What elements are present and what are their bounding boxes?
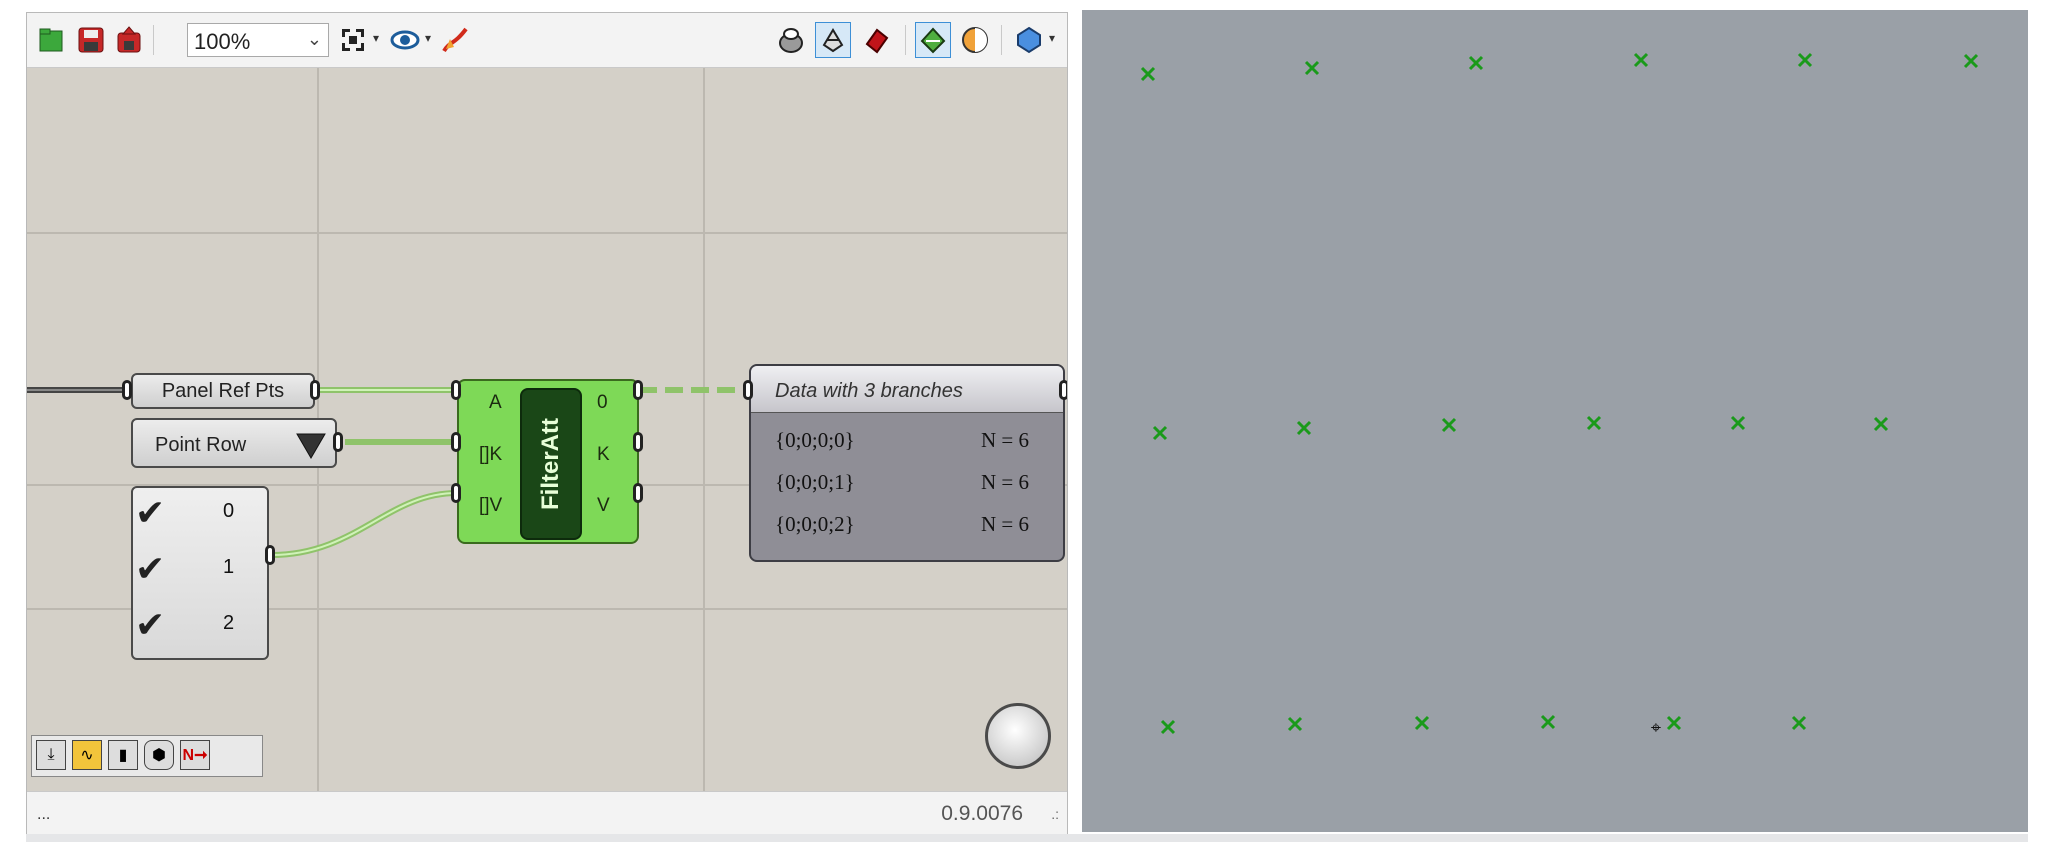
grasshopper-canvas[interactable]: Panel Ref Pts Point Row ✔ 0 ✔ 1 ✔ 2 A []… (27, 68, 1067, 791)
crosshair-cursor-icon: ⌖ (1650, 717, 1662, 738)
display-mode-icon[interactable] (1011, 22, 1047, 58)
input-a-label: A (489, 392, 502, 413)
dropdown-triangle-icon[interactable] (293, 430, 329, 460)
zoom-select[interactable]: 100% ⌄ (187, 23, 329, 57)
point-marker-icon[interactable] (1140, 66, 1156, 82)
branch-path: {0;0;0;2} (775, 512, 855, 536)
point-marker-icon[interactable] (1963, 53, 1979, 69)
output-0-label: 0 (597, 392, 608, 413)
sketch-icon[interactable] (437, 22, 473, 58)
branch-count: N = 6 (980, 512, 1029, 536)
point-marker-icon[interactable] (1791, 715, 1807, 731)
point-marker-icon[interactable] (1468, 55, 1484, 71)
output-grip[interactable] (1059, 380, 1067, 400)
component-name-bar: FilterAtt (520, 388, 582, 540)
input-grip[interactable] (451, 380, 461, 400)
north-arrow-icon[interactable]: N➞ (180, 740, 210, 770)
checkmark-icon: ✔ (135, 492, 166, 533)
output-grip[interactable] (633, 380, 643, 400)
toolbar: 100% ⌄ ▾ ▾ ▾ (27, 13, 1067, 68)
rhino-viewport[interactable]: ⌖ (1082, 10, 2028, 832)
resize-grip-icon[interactable]: .: (1051, 806, 1059, 822)
selected-preview-icon[interactable] (915, 22, 951, 58)
branch-count: N = 6 (980, 470, 1029, 494)
param-label: Panel Ref Pts (161, 379, 285, 402)
input-grip[interactable] (451, 483, 461, 503)
output-grip[interactable] (633, 432, 643, 452)
point-marker-icon[interactable] (1304, 60, 1320, 76)
point-marker-icon[interactable] (1730, 415, 1746, 431)
output-grip[interactable] (310, 380, 320, 400)
output-grip[interactable] (633, 483, 643, 503)
point-marker-icon[interactable] (1666, 715, 1682, 731)
output-grip[interactable] (265, 545, 275, 565)
input-grip[interactable] (743, 380, 753, 400)
solid-preview-icon[interactable] (859, 22, 895, 58)
panel-header: Data with 3 branches (751, 366, 1063, 413)
boolean-checklist[interactable]: ✔ 0 ✔ 1 ✔ 2 (131, 486, 269, 660)
checklist-item[interactable]: ✔ 0 (133, 488, 267, 538)
window-bottom-edge (26, 834, 2028, 842)
point-marker-icon[interactable] (1873, 416, 1889, 432)
point-row-value-list[interactable]: Point Row (131, 418, 337, 468)
checkmark-icon: ✔ (135, 604, 166, 645)
point-marker-icon[interactable] (1633, 52, 1649, 68)
save-icon[interactable] (73, 22, 109, 58)
grasshopper-window: 100% ⌄ ▾ ▾ ▾ Panel Ref Pts Point Row ✔ 0… (26, 12, 1068, 834)
point-marker-icon[interactable] (1160, 719, 1176, 735)
point-marker-icon[interactable] (1797, 52, 1813, 68)
points-layer (1140, 52, 1979, 735)
input-grip[interactable] (451, 432, 461, 452)
panel-ref-pts-param[interactable]: Panel Ref Pts (131, 373, 315, 409)
wireframe-preview-icon[interactable] (773, 22, 809, 58)
branch-path: {0;0;0;1} (775, 470, 855, 494)
version-label: 0.9.0076 (941, 802, 1023, 825)
chevron-down-icon: ⌄ (306, 29, 322, 49)
filteratt-component[interactable]: A []K []V FilterAtt 0 K V (457, 379, 639, 544)
checklist-item[interactable]: ✔ 2 (133, 600, 267, 650)
chevron-down-icon[interactable]: ▾ (373, 31, 379, 45)
status-text: ... (37, 806, 51, 823)
point-marker-icon[interactable] (1152, 425, 1168, 441)
point-marker-icon[interactable] (1441, 417, 1457, 433)
branch-path: {0;0;0;0} (775, 428, 855, 452)
checkmark-icon: ✔ (135, 548, 166, 589)
shaded-preview-icon[interactable] (815, 22, 851, 58)
point-marker-icon[interactable] (1414, 715, 1430, 731)
output-v-label: V (597, 495, 610, 516)
branch-count: N = 6 (980, 428, 1029, 452)
navigation-compass-icon[interactable] (985, 703, 1051, 769)
open-file-icon[interactable] (33, 22, 69, 58)
profiler-icon[interactable]: ∿ (72, 740, 102, 770)
status-bar: ... 0.9.0076 .: (27, 791, 1067, 834)
chevron-down-icon[interactable]: ▾ (425, 31, 431, 45)
chevron-down-icon[interactable]: ▾ (1049, 31, 1055, 45)
checklist-item[interactable]: ✔ 1 (133, 544, 267, 594)
data-panel[interactable]: Data with 3 branches {0;0;0;0} N = 6 {0;… (749, 364, 1065, 562)
save-as-icon[interactable] (111, 22, 147, 58)
hexagon-icon[interactable]: ⬢ (144, 740, 174, 770)
input-grip[interactable] (122, 380, 132, 400)
input-k-label: []K (479, 444, 503, 465)
point-marker-icon[interactable] (1296, 420, 1312, 436)
material-icon[interactable] (957, 22, 993, 58)
widget-bar: ⤓ ∿ ▮ ⬢ N➞ (31, 735, 263, 777)
zoom-value: 100% (194, 29, 251, 54)
preview-eye-icon[interactable] (387, 22, 423, 58)
point-marker-icon[interactable] (1287, 716, 1303, 732)
download-icon[interactable]: ⤓ (36, 740, 66, 770)
zoom-extents-icon[interactable] (335, 22, 371, 58)
document-icon[interactable]: ▮ (108, 740, 138, 770)
value-list-label: Point Row (155, 434, 247, 456)
output-grip[interactable] (333, 432, 343, 452)
point-marker-icon[interactable] (1586, 415, 1602, 431)
output-k-label: K (597, 444, 610, 465)
input-v-label: []V (479, 495, 503, 516)
point-marker-icon[interactable] (1540, 714, 1556, 730)
